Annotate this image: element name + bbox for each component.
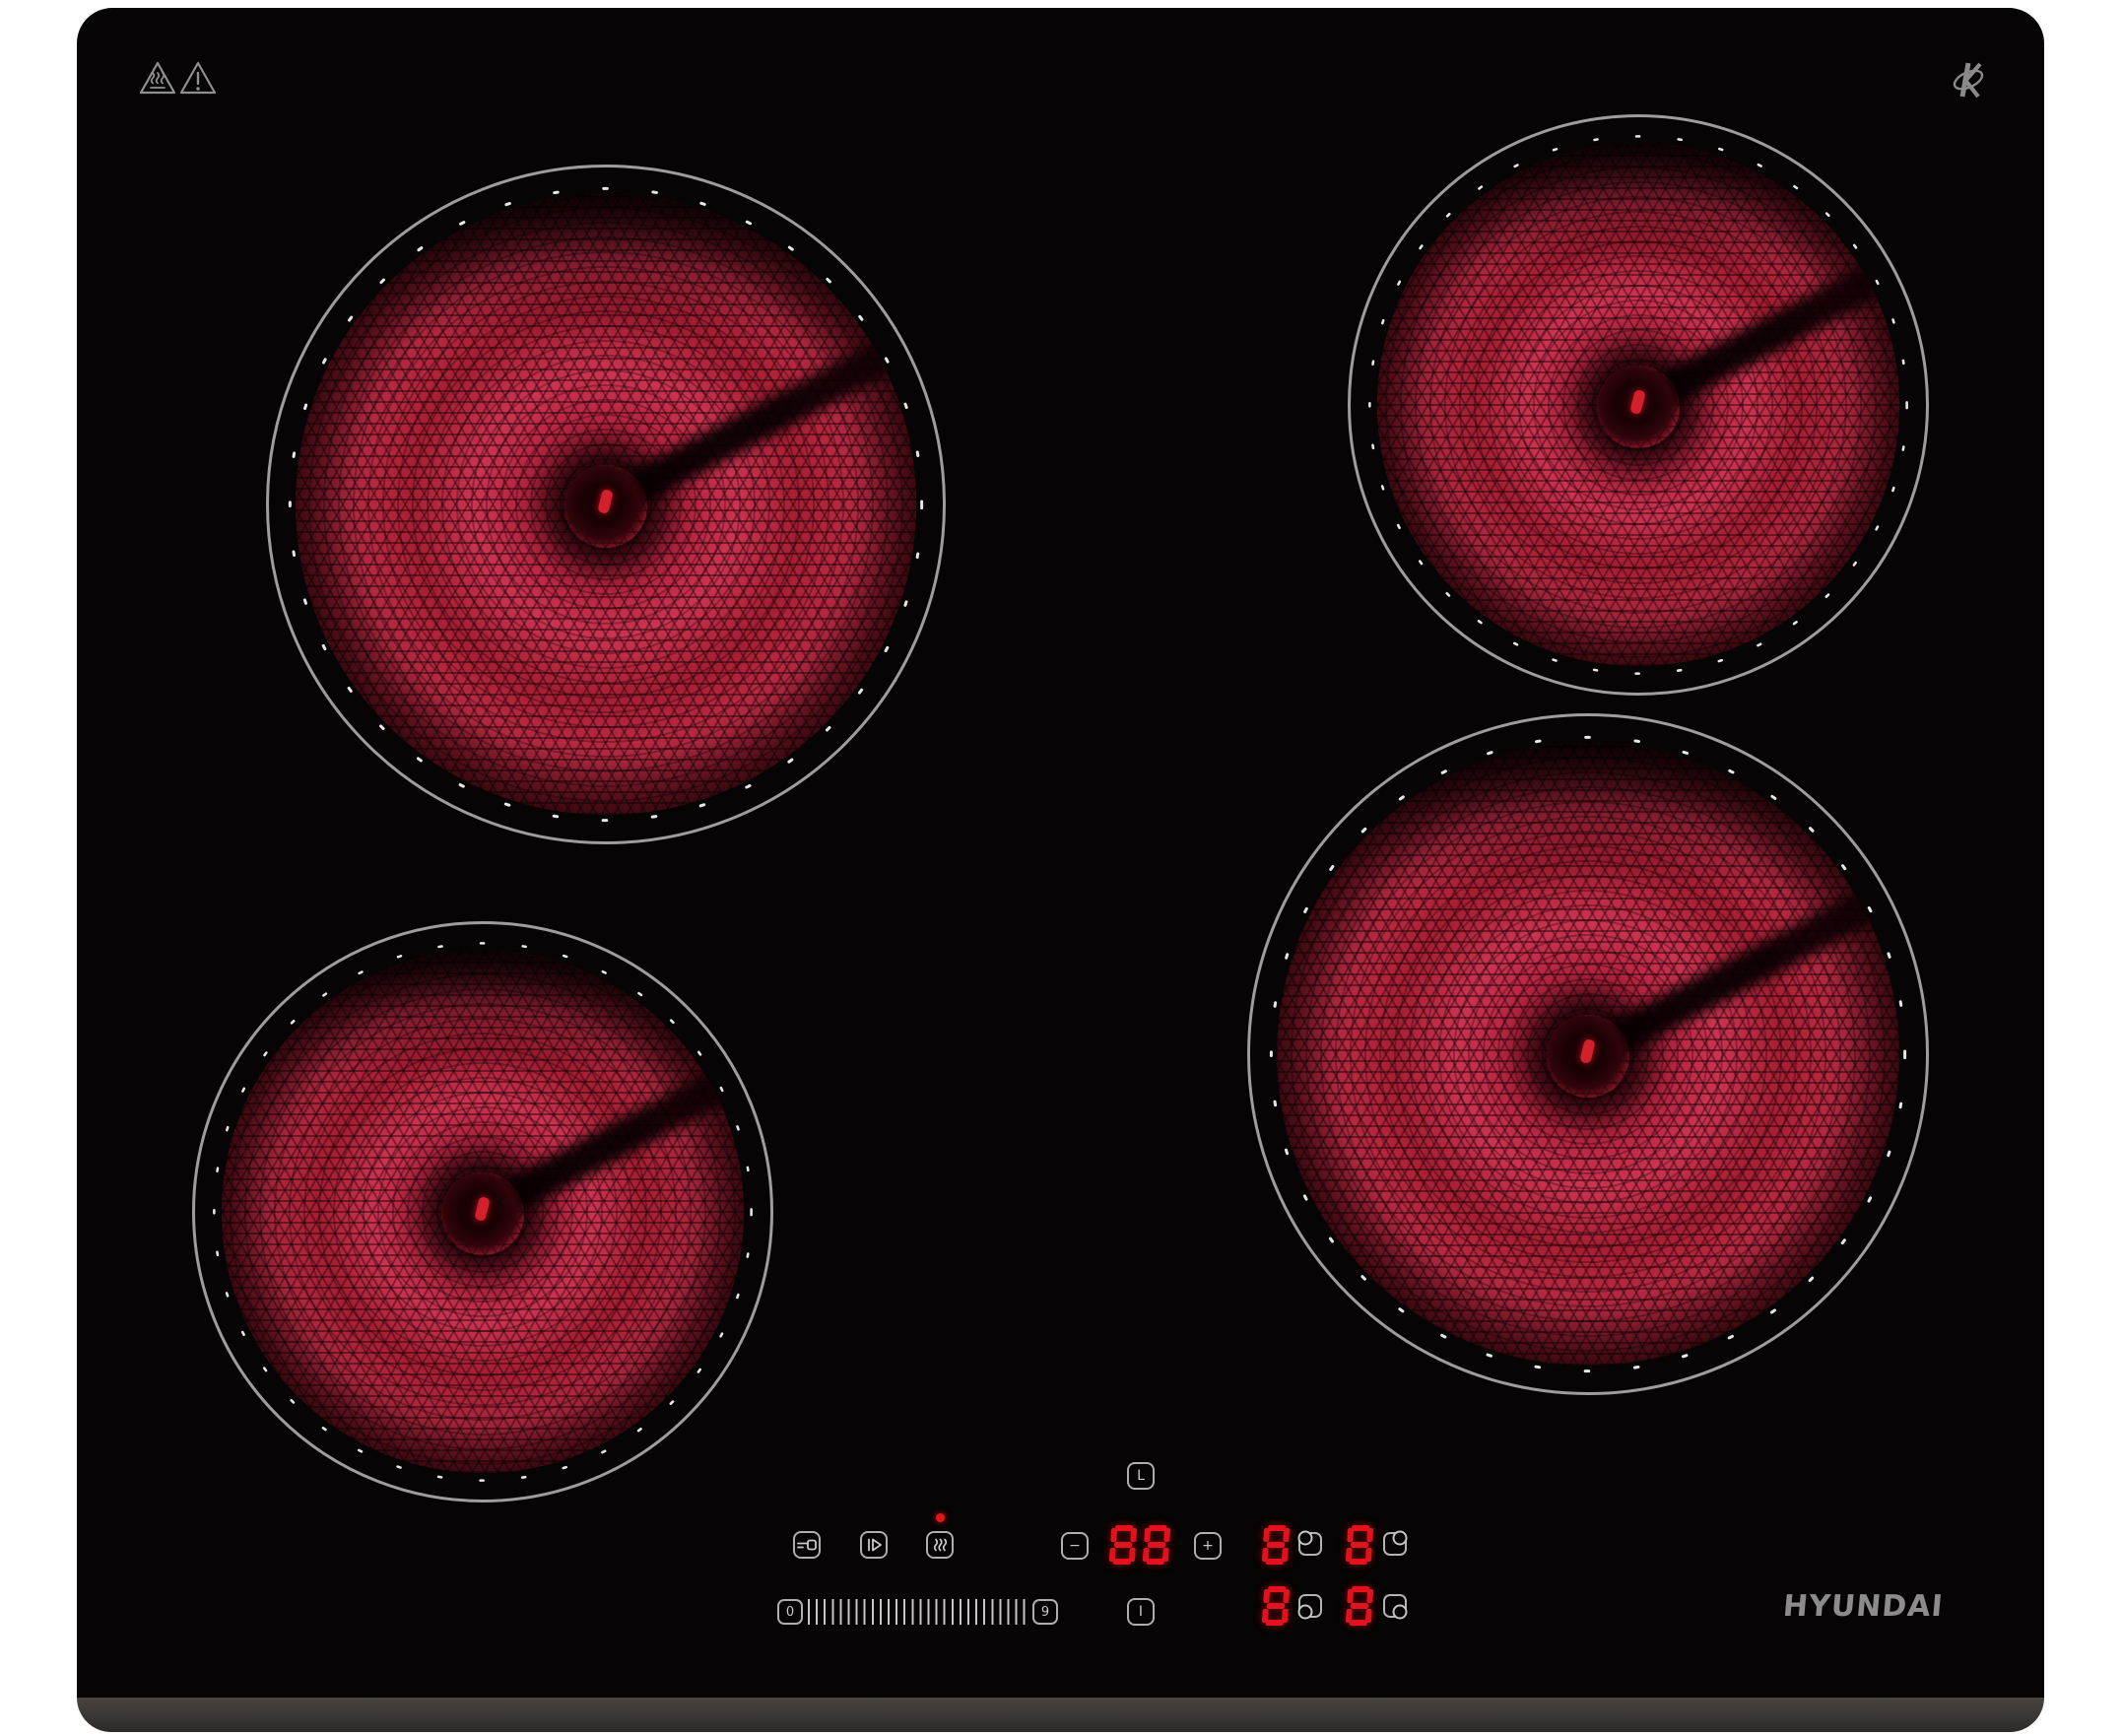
element-shading <box>1377 144 1899 666</box>
product-photo: L − + <box>0 0 2122 1736</box>
timer-display-rear-right <box>1347 1525 1372 1565</box>
certification-k-mark-icon <box>1950 55 1989 104</box>
heat-waves-icon <box>928 1533 952 1557</box>
burner-rear-left <box>266 165 946 844</box>
timer-clock-button[interactable]: L <box>1127 1462 1155 1490</box>
pause-button[interactable] <box>860 1531 888 1559</box>
zone-rear-right-icon <box>1380 1529 1410 1559</box>
minus-button[interactable]: − <box>1061 1532 1089 1560</box>
timer-display-front-right <box>1347 1586 1372 1626</box>
burner-rear-right <box>1348 114 1929 696</box>
timer-display-rear-left <box>1263 1525 1289 1565</box>
caution-warning-icon <box>177 59 219 100</box>
zone-front-right-icon <box>1380 1591 1410 1621</box>
burner-front-left <box>192 921 773 1502</box>
child-lock-button[interactable] <box>793 1531 821 1559</box>
power-button[interactable]: I <box>1127 1598 1155 1626</box>
keep-warm-button[interactable] <box>926 1531 954 1559</box>
heating-element <box>296 194 916 815</box>
zone-rear-left-icon <box>1295 1529 1325 1559</box>
brand-logo: HYUNDAI <box>1781 1589 1945 1624</box>
plus-button[interactable]: + <box>1194 1532 1222 1560</box>
slider-max-glyph: 9 <box>1041 1606 1049 1619</box>
element-shading <box>296 194 916 815</box>
heating-element <box>1377 144 1899 666</box>
element-shading <box>222 951 744 1473</box>
timer-clock-glyph: L <box>1137 1469 1145 1483</box>
plus-glyph: + <box>1202 1539 1214 1553</box>
pause-play-icon <box>862 1533 886 1557</box>
hot-surface-warning-icon <box>137 59 178 100</box>
heating-element <box>222 951 744 1473</box>
front-bevel-edge <box>77 1698 2044 1732</box>
slider-min-button[interactable]: 0 <box>777 1599 803 1625</box>
minus-glyph: − <box>1069 1539 1081 1553</box>
main-level-display <box>1110 1525 1169 1565</box>
power-glyph: I <box>1139 1605 1143 1619</box>
keep-warm-indicator-dot <box>936 1513 945 1522</box>
element-shading <box>1277 743 1899 1366</box>
burner-front-right <box>1247 713 1929 1395</box>
key-icon <box>795 1533 819 1557</box>
heating-element <box>1277 743 1899 1366</box>
slider-max-button[interactable]: 9 <box>1032 1599 1058 1625</box>
slider-min-glyph: 0 <box>786 1606 794 1619</box>
timer-display-front-left <box>1263 1586 1289 1626</box>
zone-front-left-icon <box>1295 1591 1325 1621</box>
level-slider[interactable] <box>808 1599 1030 1625</box>
